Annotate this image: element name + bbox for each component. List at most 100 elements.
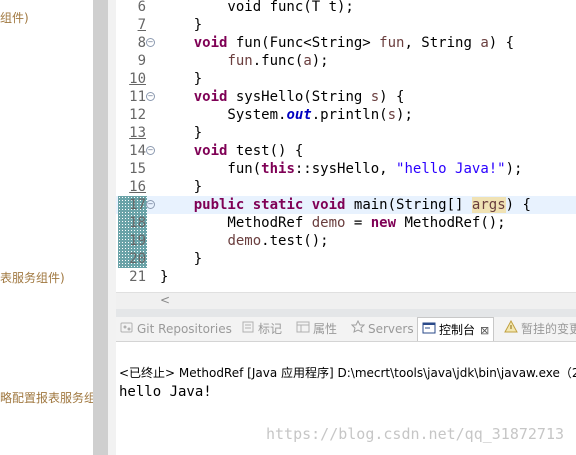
left-panel-scrollbar[interactable]: [93, 0, 108, 455]
code-editor[interactable]: 6 void func(T t); 7 } 8− void fun(Func<Str…: [116, 0, 576, 292]
code-text[interactable]: fun(this::sysHello, "hello Java!");: [160, 160, 522, 178]
code-text[interactable]: public static void main(String[] args) {: [160, 196, 531, 214]
tab-pending-changes[interactable]: 暂挂的变更: [504, 317, 576, 341]
line-number: 21: [129, 269, 146, 285]
code-token: fun: [227, 53, 253, 69]
code-text[interactable]: void sysHello(String s) {: [160, 88, 405, 106]
code-text[interactable]: }: [160, 124, 202, 142]
code-token: =: [345, 215, 371, 231]
tab-label: 控制台: [439, 323, 476, 337]
code-token: MethodRef();: [396, 215, 506, 231]
tab-console[interactable]: 控制台 ⊠: [417, 317, 495, 342]
tab-properties[interactable]: 属性: [296, 317, 337, 341]
code-token: new: [370, 215, 397, 231]
code-text[interactable]: void func(T t);: [160, 0, 354, 16]
code-line[interactable]: 16 }: [116, 178, 576, 196]
close-icon[interactable]: ⊠: [480, 324, 489, 337]
code-token: }: [160, 269, 169, 285]
code-token: fun(Func<String>: [227, 35, 380, 51]
code-token: void func(T t);: [160, 0, 354, 15]
code-token: s: [370, 89, 380, 105]
left-panel-item[interactable]: 组件): [0, 9, 29, 26]
code-text[interactable]: }: [160, 70, 202, 88]
code-token: ::sysHello,: [294, 161, 397, 177]
code-line[interactable]: 21}: [116, 268, 576, 286]
code-token: ) {: [505, 197, 531, 213]
left-panel-item[interactable]: 表服务组件): [0, 269, 65, 286]
code-line[interactable]: 19 demo.test();: [116, 232, 576, 250]
code-token: );: [396, 107, 413, 123]
code-token: void: [193, 35, 228, 51]
code-text[interactable]: void fun(Func<String> fun, String a) {: [160, 34, 514, 52]
code-token: , String: [404, 35, 481, 51]
code-token: );: [505, 161, 523, 177]
code-line[interactable]: 11− void sysHello(String s) {: [116, 88, 576, 106]
tab-servers[interactable]: Servers: [350, 317, 414, 341]
code-text[interactable]: }: [160, 16, 202, 34]
properties-icon: [296, 318, 310, 342]
code-token: a: [303, 53, 312, 69]
code-line[interactable]: 20 }: [116, 250, 576, 268]
editor-console-splitter[interactable]: [116, 309, 576, 317]
line-number: 11: [129, 89, 146, 105]
line-number: 7: [137, 17, 146, 33]
console-icon: [422, 319, 436, 342]
panel-divider[interactable]: [108, 0, 116, 455]
console-view[interactable]: <已终止> MethodRef [Java 应用程序] D:\mecrt\too…: [116, 342, 576, 455]
code-text[interactable]: void test() {: [160, 142, 304, 160]
code-token: .println(: [311, 107, 388, 123]
code-text[interactable]: fun.func(a);: [160, 52, 328, 70]
code-text[interactable]: }: [160, 178, 202, 196]
fold-toggle-icon[interactable]: −: [146, 38, 155, 47]
code-token: s: [387, 107, 397, 123]
fold-toggle-icon[interactable]: −: [146, 146, 155, 155]
code-text[interactable]: }: [160, 268, 168, 286]
tab-label: Servers: [368, 322, 414, 336]
code-line[interactable]: 9 fun.func(a);: [116, 52, 576, 70]
code-line[interactable]: 10 }: [116, 70, 576, 88]
code-line[interactable]: 8− void fun(Func<String> fun, String a) …: [116, 34, 576, 52]
tab-label: 暂挂的变更: [521, 322, 576, 336]
code-line[interactable]: 14− void test() {: [116, 142, 576, 160]
code-line[interactable]: 18 MethodRef demo = new MethodRef();: [116, 214, 576, 232]
line-number: 12: [129, 107, 146, 123]
code-text[interactable]: }: [160, 250, 202, 268]
line-number: 8: [137, 35, 146, 51]
code-token: main(String[]: [345, 197, 472, 213]
code-token: void: [193, 143, 228, 159]
code-token: sysHello(String: [227, 89, 371, 105]
tab-markers[interactable]: 标记: [241, 317, 282, 341]
code-token: .test();: [261, 233, 329, 249]
code-line[interactable]: 7 }: [116, 16, 576, 34]
code-line[interactable]: 12 System.out.println(s);: [116, 106, 576, 124]
left-panel-item[interactable]: 略配置报表服务组: [0, 389, 93, 406]
code-line[interactable]: 13 }: [116, 124, 576, 142]
line-number: 19: [129, 233, 146, 249]
code-text[interactable]: MethodRef demo = new MethodRef();: [160, 214, 506, 232]
code-line[interactable]: 15 fun(this::sysHello, "hello Java!");: [116, 160, 576, 178]
fold-toggle-icon[interactable]: −: [146, 92, 155, 101]
scroll-left-arrow[interactable]: <: [160, 293, 170, 308]
tab-label: Git Repositories: [137, 322, 232, 336]
warning-icon: [504, 318, 518, 342]
code-text[interactable]: System.out.println(s);: [160, 106, 413, 124]
code-token: System.: [160, 107, 287, 123]
code-token: demo: [227, 233, 262, 249]
tab-git-repositories[interactable]: Git Repositories: [120, 317, 232, 341]
code-line[interactable]: 6 void func(T t);: [116, 0, 576, 16]
code-line[interactable]: 17− public static void main(String[] arg…: [116, 196, 576, 214]
console-output[interactable]: hello Java!: [119, 384, 212, 400]
code-token: args: [471, 197, 506, 213]
editor-horizontal-scrollbar[interactable]: <: [116, 292, 576, 309]
code-token: fun(: [160, 161, 262, 177]
line-number: 14: [129, 143, 146, 159]
code-token: }: [160, 179, 203, 195]
code-text[interactable]: demo.test();: [160, 232, 329, 250]
line-number: 16: [129, 179, 146, 195]
fold-toggle-icon[interactable]: −: [146, 200, 155, 209]
code-token: "hello Java!": [396, 161, 506, 177]
code-token: void: [193, 89, 228, 105]
